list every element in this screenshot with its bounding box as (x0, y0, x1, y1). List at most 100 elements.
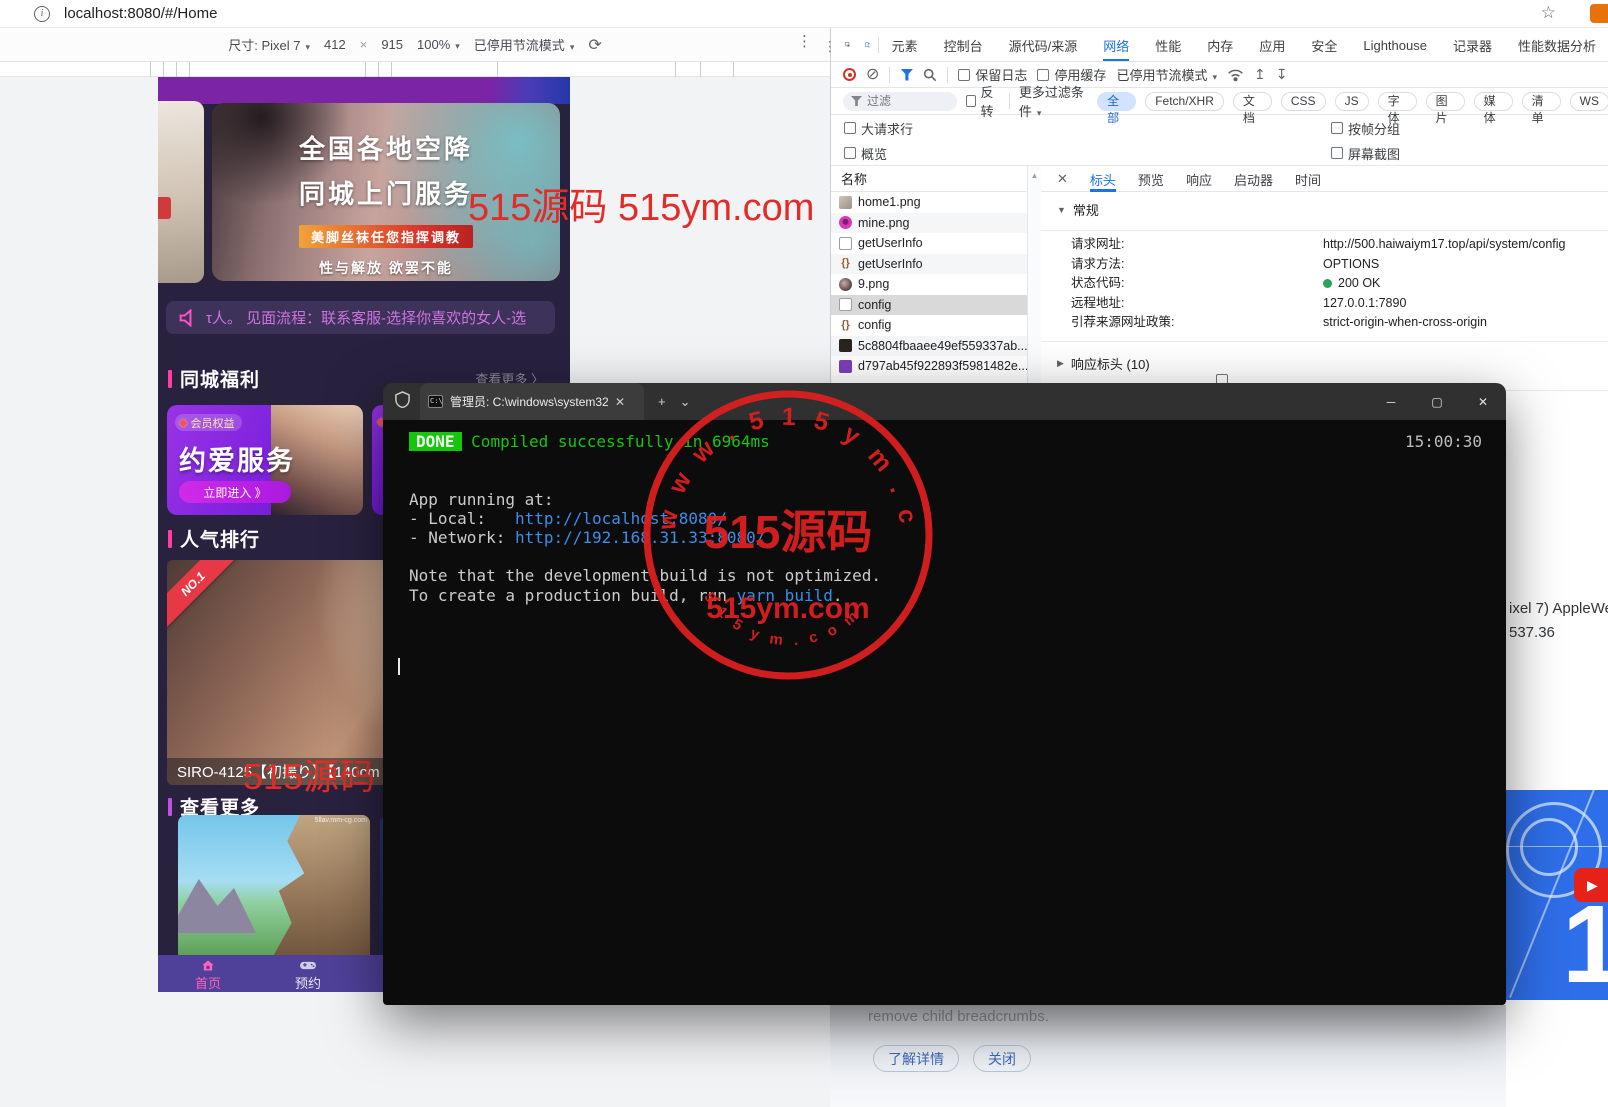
terminal-tab[interactable]: C:\ 管理员: C:\windows\system32 ✕ (420, 383, 644, 420)
notice-marquee[interactable]: τ人。 见面流程：联系客服-选择你喜欢的女人-选 (166, 301, 555, 334)
extension-icon[interactable] (1590, 4, 1608, 23)
request-row[interactable]: getUserInfo (831, 233, 1040, 254)
kv-label: 远程地址: (1071, 294, 1323, 314)
checkbox[interactable] (1037, 69, 1049, 81)
carousel-prev-slide[interactable] (158, 101, 204, 283)
enter-now-button[interactable]: 立即进入 》 (179, 481, 291, 503)
response-headers-section[interactable]: ▶ 响应标头 (10) (1041, 346, 1608, 380)
general-section-header[interactable]: ▼ 常规 (1041, 192, 1608, 226)
page-info-icon[interactable]: i (34, 6, 50, 22)
filter-pill-font[interactable]: 字体 (1378, 92, 1417, 111)
more-filters-dropdown[interactable]: 更多过滤条件 (1019, 82, 1088, 120)
tab-timing[interactable]: 时间 (1295, 165, 1321, 192)
filter-pill-manifest[interactable]: 清单 (1522, 92, 1561, 111)
request-row[interactable]: {}config (831, 315, 1040, 336)
tab-network[interactable]: 网络 (1103, 28, 1129, 62)
tab-elements[interactable]: 元素 (892, 28, 918, 62)
invert-checkbox[interactable]: 反转 (966, 82, 1000, 120)
request-row[interactable]: d797ab45f922893f5981482e... (831, 356, 1040, 377)
group-by-frame-checkbox[interactable]: 按帧分组 (1331, 119, 1400, 138)
request-row[interactable]: 5c8804fbaaee49ef559337ab... (831, 336, 1040, 357)
request-row[interactable]: {}getUserInfo (831, 254, 1040, 275)
filter-pill-media[interactable]: 媒体 (1474, 92, 1513, 111)
rotate-icon[interactable]: ⟳ (588, 35, 601, 55)
close-icon[interactable]: ✕ (1460, 383, 1506, 420)
devtools-resize-handle[interactable]: ⋮ (823, 38, 837, 55)
filter-pill-doc[interactable]: 文档 (1233, 92, 1272, 111)
tab-performance-insights[interactable]: 性能数据分析 (1518, 28, 1596, 62)
tab-lighthouse[interactable]: Lighthouse (1363, 29, 1427, 60)
learn-more-button[interactable]: 了解详情 (873, 1045, 959, 1072)
tab-console[interactable]: 控制台 (944, 28, 983, 62)
checkbox[interactable] (1331, 147, 1343, 159)
checkbox[interactable] (844, 147, 856, 159)
gallery-card-landscape[interactable]: 5llav.mm-cg.com (178, 815, 370, 961)
nav-item-home[interactable]: 首页 (158, 955, 258, 992)
viewport-height[interactable]: 915 (381, 37, 403, 52)
viewport-width[interactable]: 412 (324, 37, 346, 52)
tab-memory[interactable]: 内存 (1207, 28, 1233, 62)
filter-pill-js[interactable]: JS (1335, 92, 1369, 111)
tab-initiator[interactable]: 启动器 (1234, 165, 1273, 192)
throttle-select[interactable]: 已停用节流模式 (474, 35, 575, 54)
throttle-dropdown[interactable]: 已停用节流模式 (1116, 65, 1217, 84)
network-toolbar: ⊘ 保留日志 停用缓存 已停用节流模式 ↥ ↧ (831, 62, 1608, 88)
inspect-icon[interactable] (845, 37, 851, 52)
tab-security[interactable]: 安全 (1311, 28, 1337, 62)
close-icon[interactable]: ✕ (1057, 171, 1068, 187)
export-har-icon[interactable]: ↧ (1276, 66, 1288, 83)
tab-preview[interactable]: 预览 (1138, 165, 1164, 192)
minimize-icon[interactable]: ─ (1368, 383, 1414, 420)
filter-pill-css[interactable]: CSS (1281, 92, 1326, 111)
request-list-header[interactable]: 名称 (831, 166, 1040, 192)
clear-icon[interactable]: ⊘ (866, 68, 879, 82)
overview-checkbox[interactable]: 概览 (844, 144, 1331, 163)
scroll-up-icon[interactable]: ▲ (1031, 171, 1039, 180)
nav-item-booking[interactable]: 预约 (258, 955, 358, 992)
import-har-icon[interactable]: ↥ (1254, 66, 1266, 83)
device-toolbar-icon[interactable] (865, 37, 871, 52)
tab-application[interactable]: 应用 (1259, 28, 1285, 62)
kv-label: 状态代码: (1071, 274, 1323, 294)
device-toolbar-menu-icon[interactable]: ⋮ (797, 32, 812, 50)
screenshots-checkbox[interactable]: 屏幕截图 (1331, 144, 1400, 163)
tab-close-icon[interactable]: ✕ (615, 395, 625, 409)
filter-pill-fetch-xhr[interactable]: Fetch/XHR (1145, 92, 1224, 111)
tab-headers[interactable]: 标头 (1090, 165, 1116, 192)
filter-pill-img[interactable]: 图片 (1426, 92, 1465, 111)
filter-input[interactable] (867, 94, 957, 108)
promo-thumbnail[interactable]: ▶ 1 (1506, 755, 1608, 1003)
record-button[interactable] (843, 68, 856, 81)
terminal-tab-title: 管理员: C:\windows\system32 (450, 393, 608, 410)
tab-performance[interactable]: 性能 (1155, 28, 1181, 62)
zoom-select[interactable]: 100% (417, 37, 460, 52)
request-row[interactable]: mine.png (831, 213, 1040, 234)
tab-sources[interactable]: 源代码/来源 (1009, 28, 1078, 62)
request-row-selected[interactable]: config (831, 295, 1040, 316)
service-card[interactable]: ◆ 会员权益 约爱服务 立即进入 》 (167, 405, 363, 515)
search-icon[interactable] (923, 68, 937, 82)
maximize-icon[interactable]: ▢ (1414, 383, 1460, 420)
network-options-row2: 概览 屏幕截图 (831, 141, 1608, 166)
filter-input-pill[interactable] (843, 92, 957, 111)
big-request-rows-checkbox[interactable]: 大请求行 (844, 119, 1331, 138)
url-text[interactable]: localhost:8080/#/Home (64, 5, 217, 22)
checkbox[interactable] (958, 69, 970, 81)
kv-row: 远程地址:127.0.0.1:7890 (1071, 294, 1608, 314)
vip-badge: ◆ 会员权益 (175, 414, 242, 431)
checkbox[interactable] (966, 95, 976, 107)
tab-recorder[interactable]: 记录器 (1453, 28, 1492, 62)
request-row[interactable]: home1.png (831, 192, 1040, 213)
request-name: 5c8804fbaaee49ef559337ab... (858, 339, 1028, 353)
bookmark-star-icon[interactable]: ☆ (1541, 3, 1556, 23)
checkbox[interactable] (1331, 122, 1343, 134)
checkbox[interactable] (844, 122, 856, 134)
network-conditions-icon[interactable] (1227, 68, 1244, 82)
filter-pill-all[interactable]: 全部 (1097, 92, 1136, 111)
request-row[interactable]: 9.png (831, 274, 1040, 295)
filter-icon[interactable] (900, 69, 913, 81)
device-select[interactable]: 尺寸: Pixel 7 (228, 35, 310, 54)
tab-response[interactable]: 响应 (1186, 165, 1212, 192)
close-drawer-button[interactable]: 关闭 (973, 1045, 1031, 1072)
filter-pill-ws[interactable]: WS (1570, 92, 1608, 111)
